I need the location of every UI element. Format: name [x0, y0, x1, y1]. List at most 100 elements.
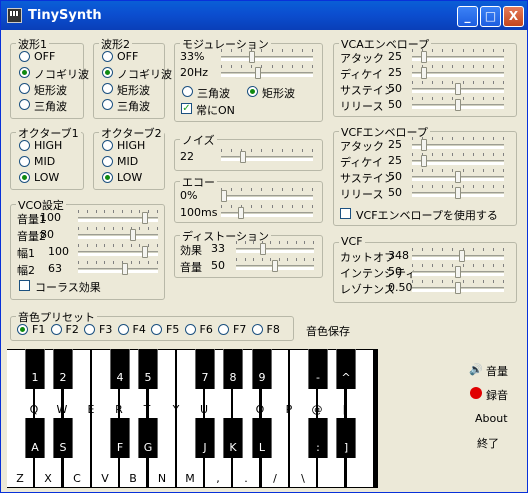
vca-slider[interactable]: [412, 81, 504, 95]
octave2-radio-2[interactable]: [102, 172, 113, 183]
vcf-envelope-checkbox[interactable]: [340, 208, 351, 219]
about-button[interactable]: About: [475, 412, 508, 425]
vco-slider-track: [78, 234, 158, 239]
vcf-slider-tick: [452, 264, 453, 267]
vcf-env-value: 50: [388, 186, 402, 199]
save-voice-button[interactable]: 音色保存: [306, 323, 350, 339]
volume-button[interactable]: 音量: [486, 363, 508, 379]
wave1-radio-2[interactable]: [19, 83, 30, 94]
vca-label: リリース: [340, 100, 384, 113]
vcf-slider-tick: [432, 264, 433, 267]
preset-label-6: F7: [233, 323, 247, 336]
wave2-radio-3[interactable]: [102, 99, 113, 110]
preset-radio-7[interactable]: [251, 324, 263, 335]
octave2-radio-1[interactable]: [102, 156, 113, 167]
octave1-radio-1[interactable]: [19, 156, 30, 167]
lower-white-key-label: V: [101, 472, 109, 485]
preset-radio-1[interactable]: [50, 324, 62, 335]
preset-radio-5[interactable]: [184, 324, 196, 335]
vca-slider-thumb[interactable]: [421, 67, 427, 79]
echo-slider[interactable]: [221, 188, 313, 202]
modulation-radio-label-0: 三角波: [197, 87, 230, 100]
preset-radio-4[interactable]: [151, 324, 162, 335]
vcf-env-slider[interactable]: [412, 169, 504, 183]
vco-slider-thumb[interactable]: [142, 246, 148, 258]
octave2-radio-0[interactable]: [102, 140, 113, 151]
vcf-env-slider-tick: [432, 137, 433, 140]
modulation-slider-tick: [221, 65, 222, 68]
preset-radio-2[interactable]: [84, 324, 95, 335]
modulation-slider-thumb[interactable]: [255, 67, 261, 79]
noise-slider-thumb[interactable]: [240, 151, 246, 163]
echo-slider-thumb[interactable]: [238, 207, 244, 219]
vcf-slider-thumb[interactable]: [459, 250, 465, 262]
noise-slider-tick: [261, 149, 262, 152]
octave2-label-2: LOW: [117, 171, 143, 184]
modulation-radio-1[interactable]: [247, 86, 258, 97]
wave2-radio-0[interactable]: [102, 51, 113, 62]
modulation-slider[interactable]: [221, 49, 313, 63]
wave1-radio-1[interactable]: [19, 67, 30, 78]
vca-slider-thumb[interactable]: [455, 83, 461, 95]
vco-slider[interactable]: [78, 261, 158, 275]
modulation-slider-tick: [231, 65, 232, 68]
preset-radio-0[interactable]: [17, 324, 28, 335]
distortion-slider[interactable]: [236, 241, 314, 255]
vco-slider[interactable]: [78, 227, 158, 241]
vca-slider-tick: [412, 65, 413, 68]
echo-slider[interactable]: [221, 205, 313, 219]
vcf-slider[interactable]: [412, 280, 504, 294]
vcf-env-slider[interactable]: [412, 185, 504, 199]
wave2-radio-2[interactable]: [102, 83, 113, 94]
vca-slider-thumb[interactable]: [421, 51, 427, 63]
wave1-radio-0[interactable]: [19, 51, 30, 62]
vcf-slider-thumb[interactable]: [455, 282, 461, 294]
vcf-env-slider-thumb[interactable]: [455, 171, 461, 183]
vcf-env-slider[interactable]: [412, 137, 504, 151]
vcf-slider-thumb[interactable]: [455, 266, 461, 278]
vca-slider[interactable]: [412, 49, 504, 63]
vcf-slider[interactable]: [412, 248, 504, 262]
title-bar[interactable]: TinySynth _ □ X: [1, 1, 527, 30]
vcf-env-slider-thumb[interactable]: [421, 139, 427, 151]
vco-slider[interactable]: [78, 210, 158, 224]
vca-slider-thumb[interactable]: [455, 99, 461, 111]
close-button[interactable]: X: [503, 6, 524, 27]
vco-slider-thumb[interactable]: [122, 263, 128, 275]
octave1-radio-2[interactable]: [19, 172, 30, 183]
vca-slider[interactable]: [412, 65, 504, 79]
maximize-button[interactable]: □: [480, 6, 501, 27]
vcf-env-slider-thumb[interactable]: [455, 187, 461, 199]
distortion-slider-thumb[interactable]: [260, 243, 266, 255]
noise-slider[interactable]: [221, 149, 313, 163]
always-on-checkbox[interactable]: ✓: [181, 103, 192, 114]
noise-slider-tick: [282, 149, 283, 152]
modulation-slider-thumb[interactable]: [249, 51, 255, 63]
preset-radio-3[interactable]: [117, 324, 129, 335]
preset-radio-6[interactable]: [218, 324, 229, 335]
chorus-checkbox[interactable]: [19, 280, 30, 291]
octave1-radio-0[interactable]: [19, 140, 30, 151]
vcf-env-slider-thumb[interactable]: [421, 155, 427, 167]
minimize-button[interactable]: _: [457, 6, 478, 27]
vca-slider-tick: [473, 65, 474, 68]
distortion-slider-thumb[interactable]: [272, 260, 278, 272]
synth-window: TinySynth _ □ X 波形1 OFF ノコギリ波 矩形波 三角波 波形2 O…: [0, 0, 528, 493]
distortion-slider[interactable]: [236, 258, 314, 272]
record-button[interactable]: 録音: [486, 387, 508, 403]
vco-slider-thumb[interactable]: [142, 212, 148, 224]
modulation-radio-0[interactable]: [182, 86, 193, 97]
upper-white-key-label: R: [115, 403, 123, 416]
wave1-radio-3[interactable]: [19, 99, 30, 110]
wave2-radio-1[interactable]: [102, 67, 113, 78]
echo-slider-thumb[interactable]: [221, 190, 227, 202]
vcf-slider[interactable]: [412, 264, 504, 278]
vca-slider-tick: [503, 81, 504, 84]
modulation-slider[interactable]: [221, 65, 313, 79]
vco-slider[interactable]: [78, 244, 158, 258]
echo-slider-tick: [221, 205, 222, 208]
vca-slider[interactable]: [412, 97, 504, 111]
vco-slider-thumb[interactable]: [130, 229, 136, 241]
vcf-env-slider[interactable]: [412, 153, 504, 167]
exit-button[interactable]: 終了: [477, 435, 499, 451]
